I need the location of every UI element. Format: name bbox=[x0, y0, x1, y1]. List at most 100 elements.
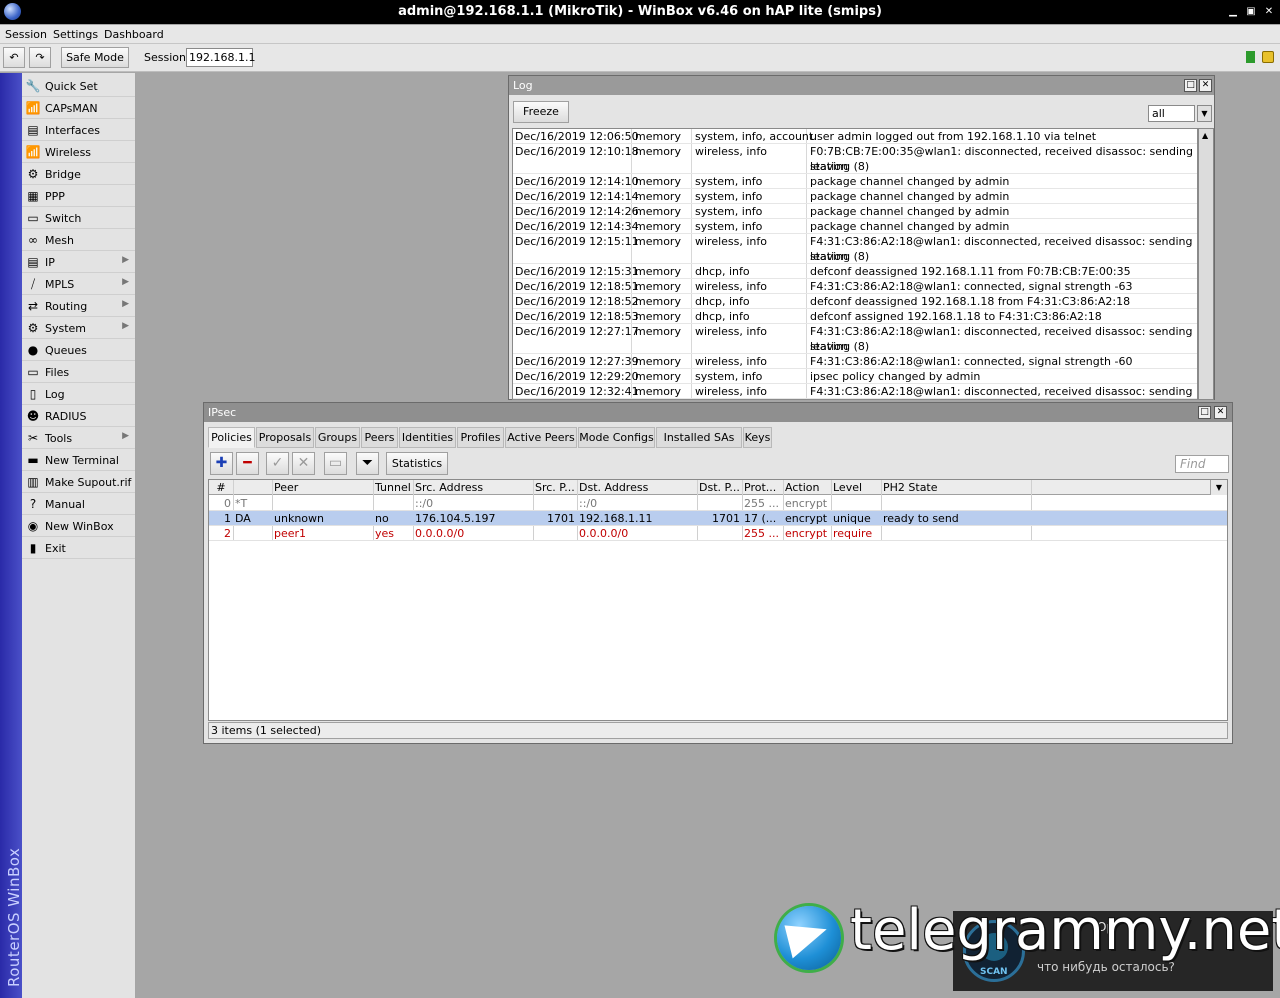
cell-flags: DA bbox=[235, 512, 251, 525]
sidebar-item-interfaces[interactable]: ▤ Interfaces bbox=[22, 119, 135, 141]
column-header[interactable]: Dst. P... bbox=[699, 480, 740, 495]
close-icon[interactable]: ✕ bbox=[1199, 79, 1212, 92]
column-header[interactable]: # bbox=[211, 480, 231, 495]
column-header[interactable]: Action bbox=[785, 480, 829, 495]
sidebar-item-ip[interactable]: ▤ IP ▶ bbox=[22, 251, 135, 273]
menu-settings[interactable]: Settings bbox=[53, 28, 98, 41]
log-row[interactable]: Dec/16/2019 12:14:34 memory system, info pa… bbox=[513, 219, 1197, 234]
log-row[interactable]: Dec/16/2019 12:18:51 memory wireless, info… bbox=[513, 279, 1197, 294]
tab-proposals[interactable]: Proposals bbox=[256, 427, 314, 448]
close-icon[interactable]: ✕ bbox=[1214, 406, 1227, 419]
submenu-arrow-icon: ▶ bbox=[122, 255, 129, 265]
sidebar-item-queues[interactable]: ● Queues bbox=[22, 339, 135, 361]
find-input[interactable]: Find bbox=[1175, 455, 1229, 473]
scroll-up-icon[interactable]: ▲ bbox=[1202, 131, 1208, 140]
log-row[interactable]: Dec/16/2019 12:32:41 memory wireless, info… bbox=[513, 384, 1197, 399]
log-row[interactable]: Dec/16/2019 12:15:11 memory wireless, info… bbox=[513, 234, 1197, 264]
tab-mode-configs[interactable]: Mode Configs bbox=[578, 427, 655, 448]
sidebar-item-label: CAPsMAN bbox=[45, 102, 98, 115]
minimize-icon[interactable]: ▁ bbox=[1226, 5, 1240, 19]
undo-button[interactable]: ↶ bbox=[3, 47, 25, 68]
close-icon[interactable]: ✕ bbox=[1262, 5, 1276, 19]
sidebar-item-mesh[interactable]: ∞ Mesh bbox=[22, 229, 135, 251]
maximize-icon[interactable]: □ bbox=[1184, 79, 1197, 92]
log-row[interactable]: Dec/16/2019 12:27:39 memory wireless, info… bbox=[513, 354, 1197, 369]
log-cell-time: Dec/16/2019 12:18:53 bbox=[515, 310, 639, 323]
column-chooser-icon[interactable]: ▼ bbox=[1210, 480, 1227, 495]
add-icon[interactable]: ✚ bbox=[210, 452, 233, 475]
sidebar-item-routing[interactable]: ⇄ Routing ▶ bbox=[22, 295, 135, 317]
tab-identities[interactable]: Identities bbox=[399, 427, 456, 448]
log-row[interactable]: Dec/16/2019 12:29:20 memory system, info ip… bbox=[513, 369, 1197, 384]
log-row[interactable]: Dec/16/2019 12:27:17 memory wireless, info… bbox=[513, 324, 1197, 354]
column-header[interactable]: PH2 State bbox=[883, 480, 1029, 495]
log-table: Dec/16/2019 12:06:50 memory system, info, … bbox=[512, 128, 1198, 400]
log-row[interactable]: Dec/16/2019 12:10:18 memory wireless, info… bbox=[513, 144, 1197, 174]
tab-keys[interactable]: Keys bbox=[743, 427, 772, 448]
statistics-button[interactable]: Statistics bbox=[386, 452, 448, 475]
table-row[interactable]: 2 peer1 yes 0.0.0.0/0 0.0.0.0/0 255 ... encryp… bbox=[209, 526, 1227, 541]
column-header[interactable]: Tunnel bbox=[375, 480, 411, 495]
filter-icon[interactable]: ⏷ bbox=[356, 452, 379, 475]
log-row[interactable]: Dec/16/2019 12:15:31 memory dhcp, info defc… bbox=[513, 264, 1197, 279]
maximize-icon[interactable]: □ bbox=[1198, 406, 1211, 419]
column-header[interactable]: Dst. Address bbox=[579, 480, 695, 495]
menu-session[interactable]: Session bbox=[5, 28, 47, 41]
sidebar-item-manual[interactable]: ? Manual bbox=[22, 493, 135, 515]
session-field[interactable]: 192.168.1.1 bbox=[186, 48, 255, 67]
tab-policies[interactable]: Policies bbox=[208, 427, 255, 448]
sidebar-item-capsman[interactable]: 📶 CAPsMAN bbox=[22, 97, 135, 119]
sidebar-item-log[interactable]: ▯ Log bbox=[22, 383, 135, 405]
sidebar-item-system[interactable]: ⚙ System ▶ bbox=[22, 317, 135, 339]
column-header[interactable]: Peer bbox=[274, 480, 371, 495]
remove-icon[interactable]: ━ bbox=[236, 452, 259, 475]
sidebar-item-files[interactable]: ▭ Files bbox=[22, 361, 135, 383]
log-row[interactable]: Dec/16/2019 12:18:53 memory dhcp, info defc… bbox=[513, 309, 1197, 324]
column-header[interactable]: Src. Address bbox=[415, 480, 531, 495]
log-row[interactable]: Dec/16/2019 12:14:14 memory system, info pa… bbox=[513, 189, 1197, 204]
comment-icon[interactable]: ▭ bbox=[324, 452, 347, 475]
sidebar-item-radius[interactable]: ☻ RADIUS bbox=[22, 405, 135, 427]
enable-icon[interactable]: ✓ bbox=[266, 452, 289, 475]
chevron-down-icon[interactable]: ▼ bbox=[1197, 105, 1212, 122]
log-cell-buffer: memory bbox=[635, 145, 681, 158]
tab-installed-sas[interactable]: Installed SAs bbox=[656, 427, 742, 448]
log-scrollbar[interactable]: ▲ bbox=[1198, 128, 1214, 400]
sidebar-item-quick-set[interactable]: 🔧 Quick Set bbox=[22, 75, 135, 97]
log-cell-topics: dhcp, info bbox=[695, 265, 750, 278]
log-row[interactable]: Dec/16/2019 12:18:52 memory dhcp, info defc… bbox=[513, 294, 1197, 309]
redo-button[interactable]: ↷ bbox=[29, 47, 51, 68]
sidebar-item-tools[interactable]: ✂ Tools ▶ bbox=[22, 427, 135, 449]
log-row[interactable]: Dec/16/2019 12:14:10 memory system, info pa… bbox=[513, 174, 1197, 189]
sidebar-item-bridge[interactable]: ⚙ Bridge bbox=[22, 163, 135, 185]
sidebar-item-wireless[interactable]: 📶 Wireless bbox=[22, 141, 135, 163]
sidebar-item-label: IP bbox=[45, 256, 55, 269]
column-header[interactable]: Src. P... bbox=[535, 480, 575, 495]
safe-mode-button[interactable]: Safe Mode bbox=[61, 47, 129, 68]
ipsec-window: IPsec □ ✕ Policies Proposals Groups Peers Id… bbox=[203, 402, 1233, 744]
log-filter-select[interactable]: all bbox=[1148, 105, 1195, 122]
sidebar-item-make-supout-rif[interactable]: ▥ Make Supout.rif bbox=[22, 471, 135, 493]
log-row[interactable]: Dec/16/2019 12:14:26 memory system, info pa… bbox=[513, 204, 1197, 219]
sidebar-item-new-winbox[interactable]: ◉ New WinBox bbox=[22, 515, 135, 537]
sidebar-item-ppp[interactable]: ▦ PPP bbox=[22, 185, 135, 207]
table-row[interactable]: 0 *T::/0::/0 255 ... encrypt bbox=[209, 496, 1227, 511]
log-row[interactable]: Dec/16/2019 12:06:50 memory system, info, … bbox=[513, 129, 1197, 144]
table-row[interactable]: 1 DA unknown no 176.104.5.197 1701 192.168.1.1… bbox=[209, 511, 1227, 526]
column-header[interactable]: Level bbox=[833, 480, 879, 495]
sidebar-item-icon: ▯ bbox=[29, 387, 37, 401]
disable-icon[interactable]: ✕ bbox=[292, 452, 315, 475]
column-header[interactable]: Prot... bbox=[744, 480, 781, 495]
log-cell-message: F4:31:C3:86:A2:18@wlan1: disconnected, r… bbox=[810, 385, 1193, 398]
sidebar-item-new-terminal[interactable]: ▬ New Terminal bbox=[22, 449, 135, 471]
tab-groups[interactable]: Groups bbox=[315, 427, 360, 448]
freeze-button[interactable]: Freeze bbox=[513, 101, 569, 123]
tab-active-peers[interactable]: Active Peers bbox=[505, 427, 577, 448]
sidebar-item-switch[interactable]: ▭ Switch bbox=[22, 207, 135, 229]
restore-icon[interactable]: ▣ bbox=[1244, 5, 1258, 19]
tab-peers[interactable]: Peers bbox=[361, 427, 398, 448]
menu-dashboard[interactable]: Dashboard bbox=[104, 28, 164, 41]
tab-profiles[interactable]: Profiles bbox=[457, 427, 504, 448]
sidebar-item-mpls[interactable]: ⧸ MPLS ▶ bbox=[22, 273, 135, 295]
sidebar-item-exit[interactable]: ▮ Exit bbox=[22, 537, 135, 559]
